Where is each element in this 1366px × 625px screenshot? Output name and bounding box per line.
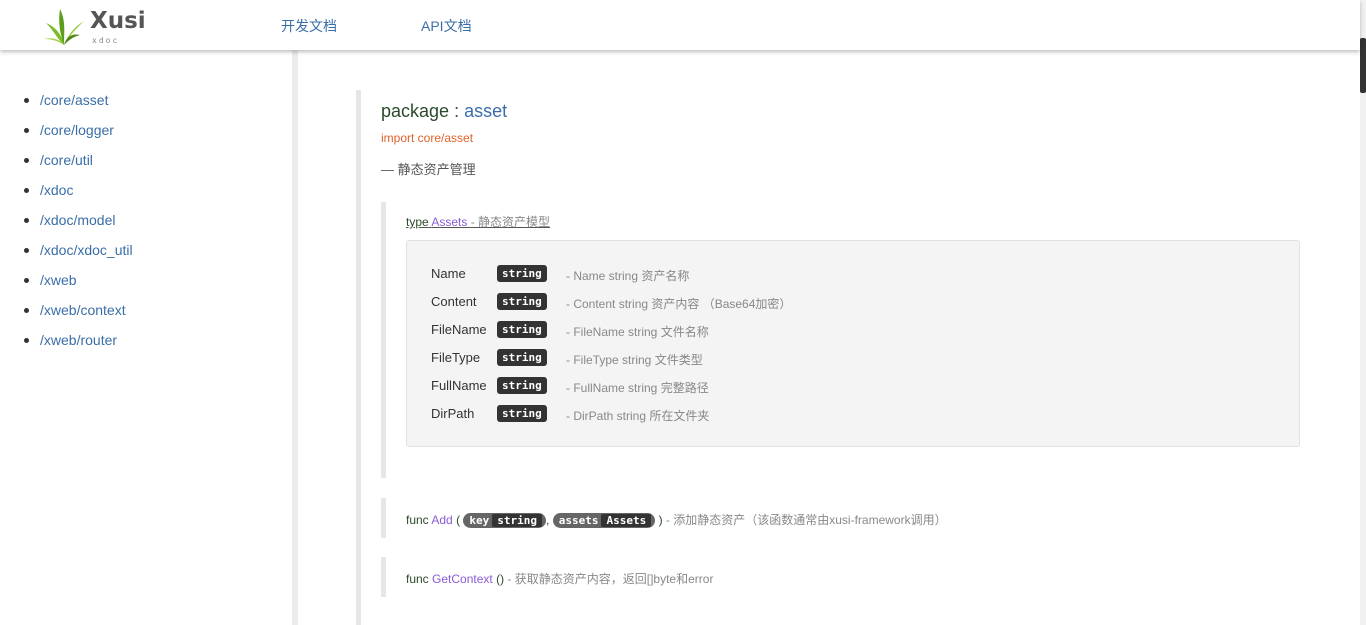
scrollbar-thumb[interactable] [1360,38,1366,93]
sidebar-link-xweb-router[interactable]: /xweb/router [40,332,117,348]
field-type-badge: string [497,349,547,366]
top-header: Xusi xdoc 开发文档 API文档 [0,0,1360,50]
nav-dev-docs[interactable]: 开发文档 [281,16,337,36]
field-row: FileType string - FileType string 文件类型 [431,347,1131,375]
field-type-badge: string [497,377,547,394]
package-keyword: package [381,101,450,121]
param-name: key [469,514,490,528]
field-row: DirPath string - DirPath string 所在文件夹 [431,403,1131,431]
bullet-icon [24,98,29,103]
field-description: - FileType string 文件类型 [566,353,703,367]
leaf-logo-icon [44,9,84,45]
param-type: string [492,514,543,528]
field-name: Content [431,294,477,309]
package-name: asset [464,101,508,121]
field-description: - Content string 资产内容 （Base64加密） [566,297,792,311]
field-type-badge: string [497,321,547,338]
package-block: package : asset import core/asset — 静态资产… [356,90,1316,625]
sidebar-link-xdoc-model[interactable]: /xdoc/model [40,212,115,228]
bullet-icon [24,188,29,193]
field-name: DirPath [431,406,475,421]
package-import: import core/asset [381,131,474,145]
type-heading-link[interactable]: type Assets - 静态资产模型 [406,213,550,230]
field-row: Name string - Name string 资产名称 [431,263,1131,291]
sidebar-link-core-util[interactable]: /core/util [40,152,93,168]
sidebar-link-xdoc[interactable]: /xdoc [40,182,73,198]
field-description: - FileName string 文件名称 [566,325,709,339]
logo-text: Xusi [90,8,146,34]
func-add-signature: func Add ( key string, assets Assets ) - 添… [406,511,947,529]
func-keyword: func [406,513,429,527]
param-name: assets [558,514,599,528]
func-name-add[interactable]: Add [431,513,452,527]
field-row: FullName string - FullName string 完整路径 [431,375,1131,403]
bullet-icon [24,278,29,283]
type-description: - 静态资产模型 [470,215,551,229]
func-getcontext-block: func GetContext () - 获取静态资产内容，返回[]byte和e… [381,557,1301,597]
field-description: - DirPath string 所在文件夹 [566,409,710,423]
sidebar-link-core-logger[interactable]: /core/logger [40,122,114,138]
package-title: package : asset [381,101,507,122]
package-separator: : [454,101,460,121]
field-name: Name [431,266,466,281]
param-type: Assets [601,514,652,528]
func-keyword: func [406,572,429,586]
func-add-block: func Add ( key string, assets Assets ) - 添… [381,498,1301,538]
bullet-icon [24,218,29,223]
field-row: FileName string - FileName string 文件名称 [431,319,1131,347]
bullet-icon [24,158,29,163]
field-name: FileType [431,350,481,365]
type-name: Assets [431,215,468,229]
nav-api-docs[interactable]: API文档 [421,16,472,36]
bullet-icon [24,338,29,343]
bullet-icon [24,308,29,313]
func-description: - 添加静态资产（该函数通常由xusi-framework调用） [665,513,947,527]
field-type-badge: string [497,405,547,422]
field-description: - Name string 资产名称 [566,269,690,283]
param-comma: , [546,513,550,527]
func-getcontext-signature: func GetContext () - 获取静态资产内容，返回[]byte和e… [406,570,713,587]
package-description: — 静态资产管理 [381,162,476,177]
logo-subtitle: xdoc [92,36,120,45]
func-close-paren: ) [658,513,663,527]
field-type-badge: string [497,265,547,282]
field-description: - FullName string 完整路径 [566,381,709,395]
sidebar: /core/asset /core/logger /core/util /xdo… [0,50,292,625]
type-block: type Assets - 静态资产模型 Name string - Name … [381,202,1301,478]
type-keyword: type [406,215,429,229]
bullet-icon [24,248,29,253]
field-name: FullName [431,378,487,393]
type-fields-panel: Name string - Name string 资产名称 Content s… [406,240,1300,447]
func-params: () [496,572,505,586]
logo[interactable]: Xusi xdoc [42,5,152,47]
sidebar-link-xweb[interactable]: /xweb [40,272,77,288]
field-row: Content string - Content string 资产内容 （Ba… [431,291,1131,319]
func-open-paren: ( [456,513,461,527]
sidebar-link-xdoc-util[interactable]: /xdoc/xdoc_util [40,242,133,258]
sidebar-link-xweb-context[interactable]: /xweb/context [40,302,126,318]
param-badge: assets Assets [552,513,656,529]
main-content: package : asset import core/asset — 静态资产… [298,50,1360,625]
field-type-badge: string [497,293,547,310]
func-description: - 获取静态资产内容，返回[]byte和error [507,572,714,586]
bullet-icon [24,128,29,133]
sidebar-link-core-asset[interactable]: /core/asset [40,92,108,108]
page-scrollbar[interactable] [1360,0,1366,625]
param-badge: key string [463,513,547,529]
field-name: FileName [431,322,487,337]
func-name-getcontext[interactable]: GetContext [432,572,493,586]
